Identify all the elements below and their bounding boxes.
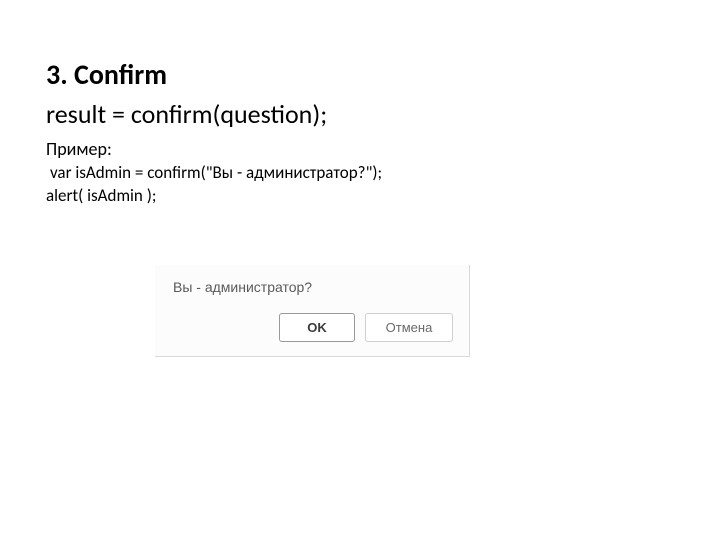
- confirm-dialog-illustration: Вы - администратор? OK Отмена: [155, 265, 470, 357]
- dialog-message: Вы - администратор?: [173, 279, 453, 295]
- syntax-line: result = confirm(question);: [46, 98, 674, 130]
- ok-button[interactable]: OK: [279, 313, 355, 342]
- example-label: Пример:: [46, 138, 674, 160]
- code-line-2: alert( isAdmin );: [46, 185, 674, 206]
- dialog-button-row: OK Отмена: [173, 313, 453, 342]
- cancel-button[interactable]: Отмена: [365, 313, 453, 342]
- confirm-dialog: Вы - администратор? OK Отмена: [155, 265, 470, 357]
- section-heading: 3. Confirm: [46, 58, 674, 92]
- slide: 3. Confirm result = confirm(question); П…: [0, 0, 720, 540]
- code-line-1: var isAdmin = confirm("Вы - администрато…: [50, 162, 674, 183]
